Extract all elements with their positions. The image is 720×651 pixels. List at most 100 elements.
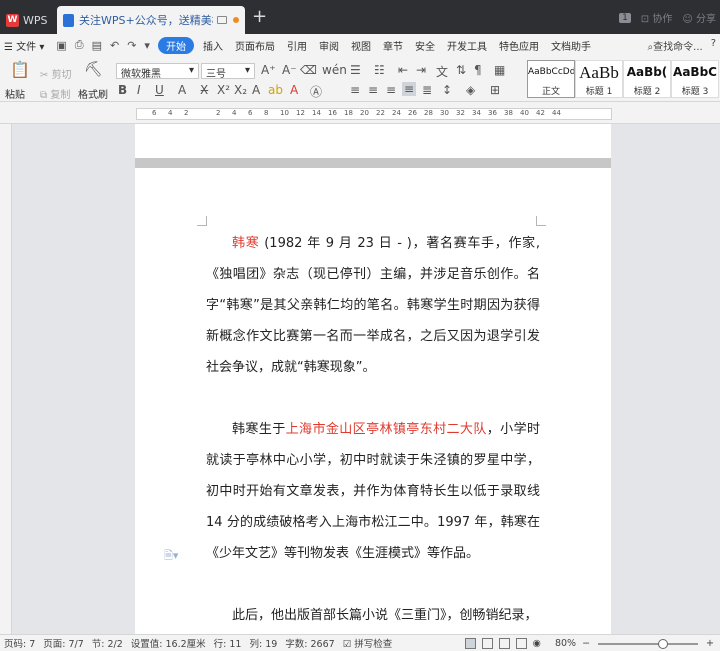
subscript-icon[interactable]: X₂ [234, 83, 247, 97]
underline-icon[interactable]: U [155, 83, 164, 97]
cut-button[interactable]: ✂ 剪切 [40, 66, 72, 81]
phonetic-icon[interactable]: wén [322, 63, 347, 77]
show-marks-icon[interactable]: ¶ [474, 63, 482, 77]
setting-value[interactable]: 设置值: 16.2厘米 [131, 636, 206, 650]
align-center-icon[interactable]: ≡ [368, 83, 378, 97]
line-spacing-icon[interactable]: ↕ [442, 83, 452, 97]
distributed-icon[interactable]: ≣ [422, 83, 432, 97]
bullet-list-icon[interactable]: ☰ [350, 63, 361, 77]
chinese-layout-icon[interactable]: 文 [436, 63, 448, 80]
zoom-slider[interactable] [598, 638, 699, 649]
tab-view[interactable]: 视图 [351, 38, 371, 53]
format-painter-button[interactable]: 格式刷 [78, 86, 108, 101]
clear-format-icon[interactable]: ⌫ [300, 63, 317, 77]
highlight-icon[interactable]: ab [268, 83, 283, 97]
tab-start[interactable]: 开始 [157, 36, 194, 54]
full-screen-icon[interactable] [481, 638, 493, 649]
paragraph-3[interactable]: 此后，他出版首部长篇小说《三重门》，创畅销纪录， [206, 600, 540, 631]
font-color-icon[interactable]: A [290, 83, 298, 97]
shrink-font-icon[interactable]: A⁻ [282, 63, 297, 77]
font-size-select[interactable]: 三号 ▾ [201, 63, 255, 80]
text-effect-icon[interactable]: A [252, 83, 260, 97]
ruler-tick: 32 [456, 109, 465, 117]
style-normal[interactable]: AaBbCcDd 正文 [527, 60, 575, 98]
font-effect-icon[interactable]: A [178, 83, 186, 97]
tab-security[interactable]: 安全 [415, 38, 435, 53]
align-right-icon[interactable]: ≡ [386, 83, 396, 97]
justify-icon[interactable]: ≡ [402, 82, 417, 96]
monitor-icon[interactable] [217, 16, 227, 24]
shading-icon[interactable]: ◈ [466, 83, 475, 97]
customize-icon[interactable]: ▾ [144, 39, 150, 52]
document-tab[interactable]: 关注WPS+公众号，送精美模板 [57, 6, 245, 34]
style-heading-3[interactable]: AaBbC 标题 3 [671, 60, 719, 98]
command-search[interactable]: ⌕查找命令... [648, 38, 703, 53]
tab-developer[interactable]: 开发工具 [447, 38, 487, 53]
bold-icon[interactable]: B [118, 83, 127, 97]
copy-button[interactable]: ⧉ 复制 [40, 86, 70, 101]
italic-icon[interactable]: I [137, 83, 141, 97]
grow-font-icon[interactable]: A⁺ [261, 63, 276, 77]
tab-review[interactable]: 审阅 [319, 38, 339, 53]
format-painter-icon[interactable]: ⛏ [84, 60, 103, 78]
style-heading-2[interactable]: AaBb( 标题 2 [623, 60, 671, 98]
menu-right-group: ⌕查找命令... ? [648, 38, 716, 53]
print-icon[interactable]: ⎙ [75, 38, 84, 52]
share-button[interactable]: ☺ 分享 [682, 10, 716, 25]
tab-page-layout[interactable]: 页面布局 [235, 38, 275, 53]
collab-button[interactable]: ⊡ 协作 [641, 10, 673, 25]
zoom-in-button[interactable]: + [706, 638, 714, 649]
document-canvas[interactable]: 韩寒 (1982 年 9 月 23 日 - )，著名赛车手，作家,《独唱团》杂志… [12, 124, 720, 634]
table-icon[interactable]: ▦ [494, 63, 505, 77]
wps-home-tab[interactable]: W WPS [0, 6, 56, 34]
web-view-icon[interactable] [515, 638, 527, 649]
paragraph-layout-icon[interactable]: 🗎▾ [164, 547, 178, 566]
current-page[interactable]: 韩寒 (1982 年 9 月 23 日 - )，著名赛车手，作家,《独唱团》杂志… [135, 168, 611, 634]
tab-chapter[interactable]: 章节 [383, 38, 403, 53]
user-icon: ☺ [682, 14, 693, 25]
align-left-icon[interactable]: ≡ [350, 83, 360, 97]
zoom-out-button[interactable]: − [582, 638, 590, 649]
increase-indent-icon[interactable]: ⇥ [416, 63, 426, 77]
new-tab-button[interactable]: + [252, 8, 267, 26]
page-view-icon[interactable] [464, 638, 476, 649]
undo-icon[interactable]: ↶ [110, 39, 119, 52]
strikethrough-icon[interactable]: X̶ [200, 83, 208, 97]
word-count[interactable]: 字数: 2667 [285, 636, 334, 650]
section-count[interactable]: 节: 2/2 [92, 636, 123, 650]
tab-assistant[interactable]: 文档助手 [551, 38, 591, 53]
page-number[interactable]: 页码: 7 [4, 636, 35, 650]
save-icon[interactable]: ▣ [56, 39, 66, 52]
paste-icon[interactable]: 📋 [10, 60, 30, 79]
style-heading-1[interactable]: AaBb 标题 1 [575, 60, 623, 98]
paragraph-1[interactable]: 韩寒 (1982 年 9 月 23 日 - )，著名赛车手，作家,《独唱团》杂志… [206, 228, 540, 383]
zoom-knob[interactable] [658, 638, 669, 649]
spell-check-button[interactable]: ☑ 拼写检查 [343, 636, 393, 650]
tab-features[interactable]: 特色应用 [499, 38, 539, 53]
help-icon[interactable]: ? [711, 38, 716, 53]
vertical-ruler[interactable] [0, 124, 12, 634]
superscript-icon[interactable]: X² [217, 83, 230, 97]
paste-button[interactable]: 粘贴 [5, 86, 25, 101]
numbered-list-icon[interactable]: ☷ [374, 63, 385, 77]
decrease-indent-icon[interactable]: ⇤ [398, 63, 408, 77]
notification-badge[interactable]: 1 [619, 12, 631, 23]
tab-insert[interactable]: 插入 [203, 38, 223, 53]
outline-view-icon[interactable] [498, 638, 510, 649]
paragraph-2[interactable]: 韩寒生于上海市金山区亭林镇亭东村二大队，小学时就读于亭林中心小学，初中时就读于朱… [206, 414, 540, 569]
redo-icon[interactable]: ↷ [127, 39, 136, 52]
print-preview-icon[interactable]: ▤ [92, 39, 102, 52]
font-name-select[interactable]: 微软雅黑 ▾ [116, 63, 199, 80]
border-icon[interactable]: ⊞ [490, 83, 500, 97]
sort-icon[interactable]: ⇅ [456, 63, 466, 77]
tab-references[interactable]: 引用 [287, 38, 307, 53]
eye-icon[interactable]: ◉ [533, 638, 541, 649]
document-body[interactable]: 韩寒 (1982 年 9 月 23 日 - )，著名赛车手，作家,《独唱团》杂志… [206, 228, 540, 631]
page-count[interactable]: 页面: 7/7 [43, 636, 84, 650]
zoom-level[interactable]: 80% [555, 638, 576, 649]
file-menu[interactable]: ☰ 文件 ▾ [4, 38, 44, 53]
horizontal-ruler[interactable]: 6 4 2 2 4 6 8 10 12 14 16 18 20 22 24 26 28 30 32 34 36 38 40 4… [0, 102, 720, 124]
char-shading-icon[interactable]: Ⓐ [310, 83, 322, 100]
